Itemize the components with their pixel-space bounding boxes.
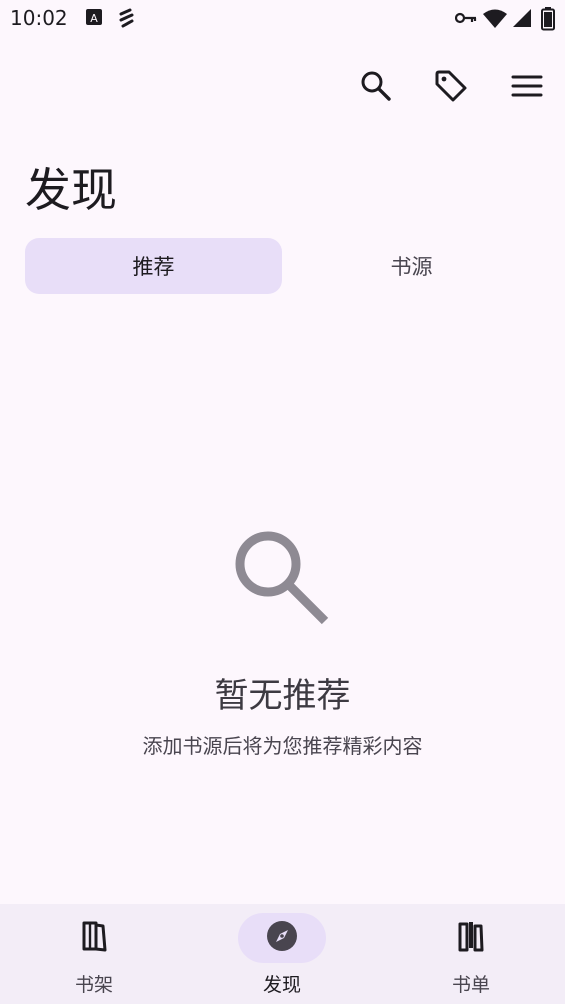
- nav-item-discover[interactable]: 发现: [188, 904, 376, 1004]
- page-title: 发现: [25, 163, 117, 217]
- battery-icon: [541, 7, 555, 35]
- empty-search-icon: [232, 528, 332, 632]
- nav-indicator: [50, 913, 138, 963]
- menu-icon: [511, 74, 543, 102]
- nav-item-booklist[interactable]: 书单: [377, 904, 565, 1004]
- book-list-icon: [457, 920, 485, 956]
- bottom-navigation: 书架 发现 书单: [0, 904, 565, 1004]
- vpn-key-icon: [454, 10, 477, 30]
- status-time: 10:02: [10, 6, 68, 30]
- book-icon: [79, 920, 109, 956]
- search-button[interactable]: [354, 66, 398, 110]
- nav-label-booklist: 书单: [451, 974, 490, 996]
- tab-book-source-label: 书源: [390, 255, 433, 279]
- tag-button[interactable]: [429, 66, 473, 110]
- a-badge-icon: A: [86, 8, 102, 30]
- nav-label-bookshelf: 书架: [74, 974, 113, 996]
- signal-app-icon: [118, 8, 136, 34]
- nav-indicator-active: [238, 913, 326, 963]
- tag-icon: [434, 69, 468, 107]
- empty-state-title: 暂无推荐: [214, 676, 351, 716]
- menu-button[interactable]: [505, 66, 549, 110]
- tab-bar: 推荐 书源: [25, 238, 540, 294]
- svg-text:A: A: [90, 12, 98, 25]
- nav-indicator: [427, 913, 515, 963]
- search-icon: [360, 70, 392, 106]
- status-bar: 10:02 A: [0, 0, 565, 40]
- compass-icon: [266, 920, 298, 956]
- wifi-icon: [482, 8, 508, 34]
- tab-recommend[interactable]: 推荐: [25, 238, 282, 294]
- nav-label-discover: 发现: [262, 974, 301, 996]
- tab-book-source[interactable]: 书源: [283, 238, 540, 294]
- empty-state-subtitle: 添加书源后将为您推荐精彩内容: [142, 734, 423, 758]
- tab-recommend-label: 推荐: [132, 255, 175, 279]
- cell-signal-icon: [512, 8, 532, 32]
- nav-item-bookshelf[interactable]: 书架: [0, 904, 188, 1004]
